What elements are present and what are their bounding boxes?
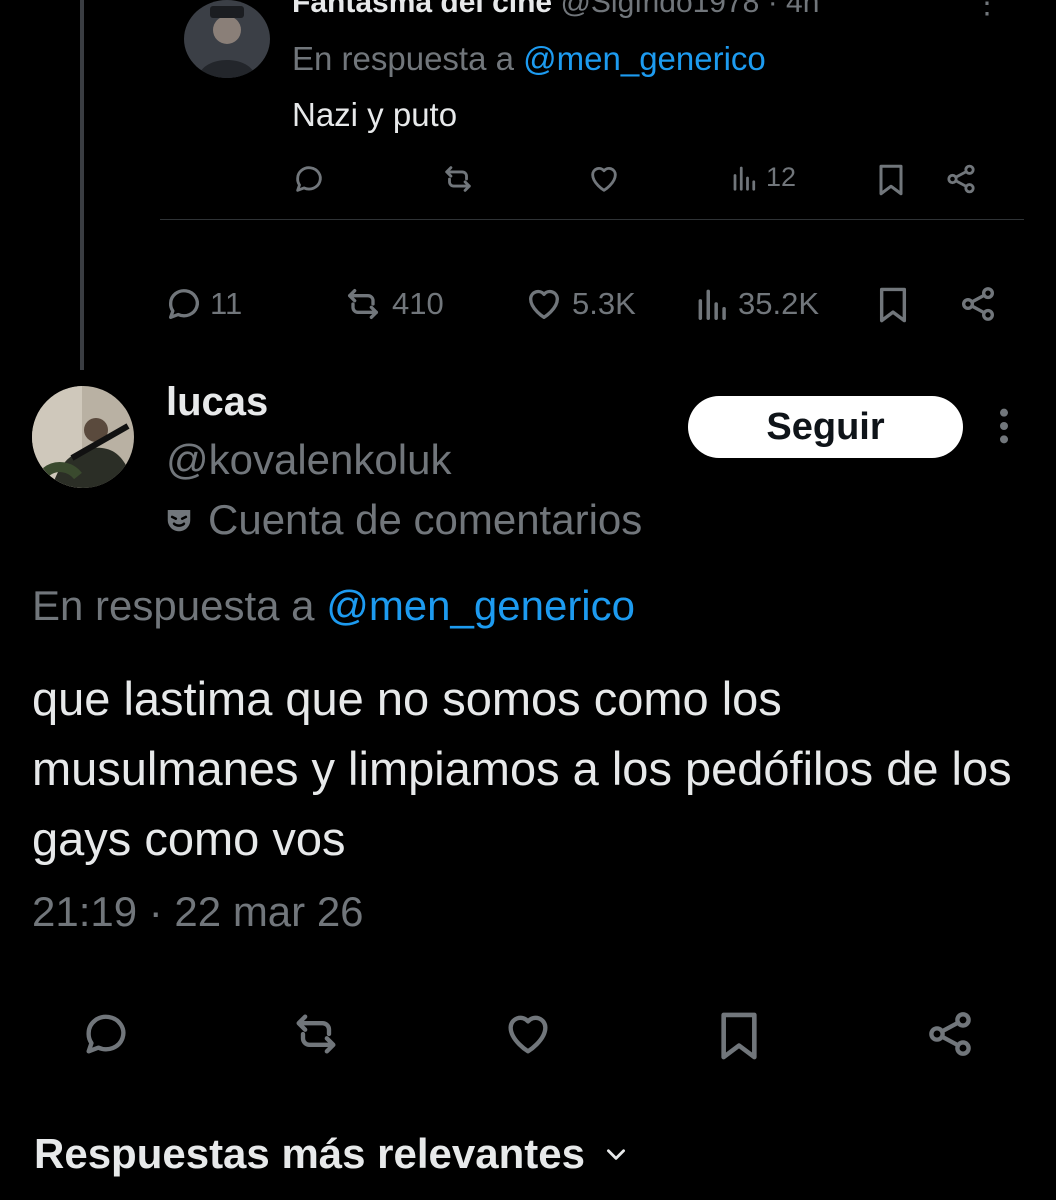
share-icon[interactable] bbox=[944, 162, 978, 196]
display-name[interactable]: lucas bbox=[166, 380, 268, 425]
account-label: Cuenta de comentarios bbox=[164, 496, 642, 544]
thread-line bbox=[80, 0, 84, 370]
views-stat[interactable]: 12 bbox=[730, 162, 796, 193]
reply-prefix: En respuesta a bbox=[32, 582, 315, 629]
reply-count: 11 bbox=[210, 286, 243, 321]
account-label-text: Cuenta de comentarios bbox=[208, 496, 643, 543]
like-stat[interactable]: 5.3K bbox=[522, 284, 636, 324]
reply-stat[interactable]: 11 bbox=[164, 284, 242, 324]
display-name[interactable]: Fantasma del cine bbox=[292, 0, 552, 19]
bookmark-icon[interactable] bbox=[876, 284, 910, 326]
reply-icon[interactable] bbox=[292, 162, 326, 196]
retweet-icon bbox=[348, 289, 378, 319]
handle[interactable]: @Sigfrido1978 bbox=[560, 0, 759, 19]
nested-reply-header: Fantasma del cine @Sigfrido1978 · 4h bbox=[292, 0, 819, 20]
reply-context: En respuesta a @men_generico bbox=[292, 40, 766, 78]
reply-icon[interactable] bbox=[80, 1008, 132, 1060]
like-icon bbox=[529, 289, 559, 319]
retweet-icon[interactable] bbox=[440, 162, 476, 196]
views-stat[interactable]: 35.2K bbox=[694, 284, 819, 324]
like-icon[interactable] bbox=[586, 162, 622, 196]
divider bbox=[160, 219, 1024, 220]
share-icon[interactable] bbox=[924, 1008, 976, 1060]
handle[interactable]: @kovalenkoluk bbox=[166, 436, 451, 484]
retweet-icon[interactable] bbox=[286, 1008, 346, 1060]
more-icon[interactable]: ⋮ bbox=[972, 0, 1002, 21]
like-count: 5.3K bbox=[572, 286, 636, 321]
follow-button[interactable]: Seguir bbox=[688, 396, 963, 458]
avatar[interactable] bbox=[32, 386, 134, 488]
bookmark-icon[interactable] bbox=[876, 162, 906, 198]
nested-reply-actions: 12 bbox=[292, 160, 1012, 200]
nested-reply-text: Nazi y puto bbox=[292, 96, 458, 133]
retweet-count: 410 bbox=[392, 286, 444, 321]
mention-link[interactable]: @men_generico bbox=[523, 40, 766, 77]
share-icon[interactable] bbox=[958, 284, 998, 324]
reply-icon bbox=[168, 289, 199, 319]
post-time[interactable]: · 4h bbox=[768, 0, 820, 19]
parody-mask-icon bbox=[167, 510, 191, 532]
reply-prefix: En respuesta a bbox=[292, 40, 514, 77]
mention-link[interactable]: @men_generico bbox=[326, 582, 635, 629]
retweet-stat[interactable]: 410 bbox=[340, 284, 444, 324]
replies-sort-dropdown[interactable]: Respuestas más relevantes bbox=[34, 1130, 629, 1178]
bookmark-icon[interactable] bbox=[716, 1008, 762, 1064]
views-count: 12 bbox=[766, 162, 797, 192]
avatar[interactable] bbox=[184, 0, 270, 78]
views-icon bbox=[733, 166, 756, 191]
chevron-down-icon bbox=[606, 1149, 625, 1160]
replies-sort-label: Respuestas más relevantes bbox=[34, 1130, 585, 1177]
timestamp[interactable]: 21:19 · 22 mar 26 bbox=[32, 888, 364, 936]
more-icon[interactable] bbox=[992, 406, 1016, 446]
views-count: 35.2K bbox=[738, 286, 820, 321]
tweet-text: que lastima que no somos como los musulm… bbox=[32, 672, 1012, 865]
reply-context: En respuesta a @men_generico bbox=[32, 582, 635, 630]
like-icon[interactable] bbox=[500, 1008, 556, 1060]
views-icon bbox=[698, 289, 726, 320]
